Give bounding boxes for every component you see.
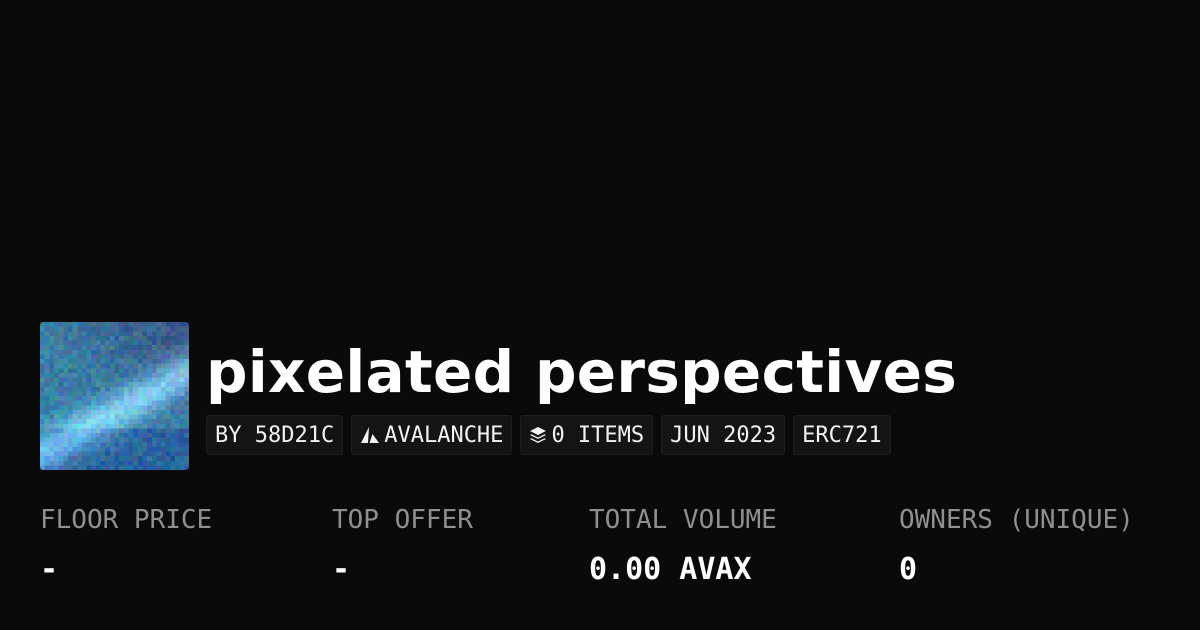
top-offer-label: TOP OFFER [332,505,473,535]
floor-price-label: FLOOR PRICE [40,505,213,535]
top-offer-value: - [332,552,351,587]
stat-total-volume: TOTAL VOLUME 0.00 AVAX [589,502,777,588]
stat-top-offer: TOP OFFER - [332,502,473,588]
chain-tag-label: AVALANCHE [384,422,504,448]
collection-tags: BY 58D21C AVALANCHE 0 ITEMS JUN 2023 ERC… [206,415,891,455]
standard-tag-label: ERC721 [802,422,882,448]
stat-floor-price: FLOOR PRICE - [40,502,212,588]
floor-price-value: - [40,552,59,587]
creator-tag-label: BY 58D21C [215,422,335,448]
stat-owners: OWNERS (UNIQUE) 0 [899,502,1134,588]
date-tag-label: JUN 2023 [670,422,777,448]
owners-label: OWNERS (UNIQUE) [899,505,1134,535]
owners-value: 0 [899,552,918,587]
layers-icon [529,426,547,444]
total-volume-label: TOTAL VOLUME [589,505,777,535]
items-count-tag[interactable]: 0 ITEMS [520,415,654,455]
standard-tag: ERC721 [793,415,891,455]
date-tag: JUN 2023 [661,415,786,455]
collection-title: pixelated perspectives [206,338,958,406]
creator-tag[interactable]: BY 58D21C [206,415,344,455]
items-count-label: 0 ITEMS [551,422,645,448]
chain-tag[interactable]: AVALANCHE [351,415,513,455]
total-volume-value: 0.00 AVAX [589,552,752,587]
collection-thumbnail [40,322,189,470]
avalanche-icon [360,426,380,444]
